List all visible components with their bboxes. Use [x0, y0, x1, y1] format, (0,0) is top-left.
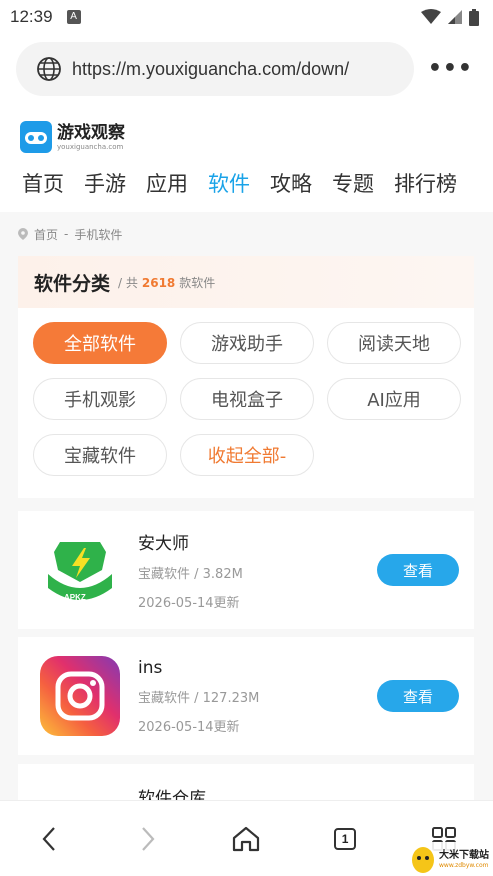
nav-home[interactable]: 首页: [22, 168, 64, 198]
app-meta: 宝藏软件 / 127.23M: [138, 690, 260, 706]
category-tags: 全部软件 游戏助手 阅读天地 手机观影 电视盒子 AI应用 宝藏软件 收起全部-: [18, 308, 474, 476]
apkz-shield-icon: APKZ: [40, 530, 120, 610]
status-bar: 12:39 A: [0, 0, 493, 34]
app-date: 2026-05-14更新: [138, 719, 240, 735]
watermark: 大米下载站 www.zdbyw.com: [409, 842, 493, 876]
tag-ai-apps[interactable]: AI应用: [327, 378, 461, 420]
watermark-url: www.zdbyw.com: [439, 861, 489, 869]
list-item[interactable]: APKZ 安大师 宝藏软件 / 3.82M 2026-05-14更新 查看: [18, 511, 474, 629]
chevron-right-icon: [142, 826, 155, 851]
nav-mobile-games[interactable]: 手游: [84, 168, 126, 198]
logo-domain: youxiguancha.com: [57, 142, 124, 151]
tabs-button[interactable]: 1: [325, 819, 365, 859]
forward-button[interactable]: [128, 819, 168, 859]
category-title: 软件分类: [34, 272, 111, 295]
tab-count: 1: [334, 827, 357, 850]
more-menu-icon[interactable]: •••: [428, 58, 473, 80]
tag-reading[interactable]: 阅读天地: [327, 322, 461, 364]
status-icons: [421, 8, 479, 26]
mascot-icon: [412, 847, 434, 873]
collapse-tags-button[interactable]: 收起全部-: [180, 434, 314, 476]
svg-text:APKZ: APKZ: [64, 593, 86, 602]
home-button[interactable]: [226, 819, 266, 859]
signal-icon: [448, 10, 462, 24]
software-count: 2618: [141, 275, 176, 290]
breadcrumb-separator: -: [64, 227, 69, 241]
view-button[interactable]: 查看: [377, 680, 459, 712]
app-meta: 宝藏软件 / 3.82M: [138, 567, 243, 582]
back-button[interactable]: [29, 819, 69, 859]
globe-icon: [37, 57, 61, 81]
view-button[interactable]: 查看: [377, 554, 459, 586]
list-item[interactable]: ins 宝藏软件 / 127.23M 2026-05-14更新 查看: [18, 637, 474, 755]
breadcrumb-current: 手机软件: [74, 227, 123, 242]
nav-software[interactable]: 软件: [208, 168, 250, 198]
main-nav: 首页 手游 应用 软件 攻略 专题 排行榜: [0, 160, 493, 206]
gamepad-logo-icon: [20, 121, 52, 153]
instagram-camera-icon: [40, 656, 120, 736]
breadcrumb-home[interactable]: 首页: [34, 226, 58, 243]
logo-title: 游戏观察: [57, 122, 125, 143]
app-date: 2026-05-14更新: [138, 596, 240, 611]
tag-tv-box[interactable]: 电视盒子: [180, 378, 314, 420]
category-subtitle: / 共 2618 款软件: [118, 275, 216, 290]
watermark-text: 大米下载站: [439, 849, 489, 861]
site-logo[interactable]: 游戏观察 youxiguancha.com: [0, 114, 493, 160]
tag-game-assistant[interactable]: 游戏助手: [180, 322, 314, 364]
nav-rankings[interactable]: 排行榜: [394, 168, 457, 198]
nav-apps[interactable]: 应用: [146, 168, 188, 198]
category-header: 软件分类 / 共 2618 款软件: [18, 256, 474, 308]
browser-address-row: https://m.youxiguancha.com/down/ •••: [0, 34, 493, 104]
status-time: 12:39: [10, 7, 53, 26]
battery-icon: [469, 8, 479, 26]
home-icon: [233, 826, 260, 851]
nav-topics[interactable]: 专题: [332, 168, 374, 198]
app-name[interactable]: 安大师: [138, 529, 377, 554]
notification-a-icon: A: [66, 10, 81, 24]
category-panel: 软件分类 / 共 2618 款软件 全部软件 游戏助手 阅读天地 手机观影 电视盒子…: [18, 256, 474, 498]
tag-treasure[interactable]: 宝藏软件: [33, 434, 167, 476]
chevron-left-icon: [42, 826, 56, 851]
wifi-icon: [421, 9, 441, 24]
tag-video[interactable]: 手机观影: [33, 378, 167, 420]
nav-guides[interactable]: 攻略: [270, 168, 312, 198]
app-name[interactable]: ins: [138, 658, 377, 678]
breadcrumb: 首页 - 手机软件: [0, 212, 493, 256]
location-pin-icon: [18, 228, 28, 240]
address-bar[interactable]: https://m.youxiguancha.com/down/: [16, 42, 414, 96]
url-text: https://m.youxiguancha.com/down/: [72, 58, 350, 79]
tag-all-software[interactable]: 全部软件: [33, 322, 167, 364]
